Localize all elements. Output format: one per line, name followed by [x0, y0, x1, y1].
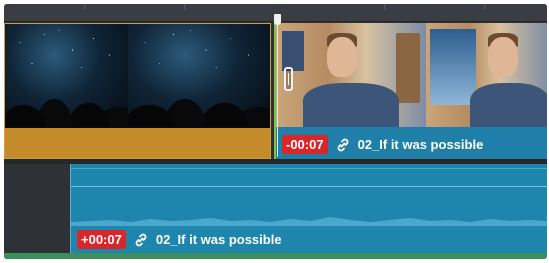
link-icon[interactable]	[133, 232, 149, 248]
trim-offset-badge: +00:07	[77, 230, 126, 249]
clip-thumbnail	[128, 24, 270, 128]
clip-thumbnail	[426, 23, 547, 127]
ruler-tick	[484, 4, 485, 10]
shirt-graphic	[303, 83, 399, 127]
audio-clip[interactable]: +00:07 02_If it was possible	[70, 164, 547, 253]
audio-volume-line[interactable]	[71, 186, 547, 187]
trees-silhouette	[128, 63, 270, 128]
airplane-poster-graphic	[430, 29, 476, 105]
clip-thumbnail	[5, 24, 128, 128]
trim-handle[interactable]	[284, 67, 293, 91]
video-clip-label: -00:07 02_If it was possible	[282, 135, 483, 154]
audio-level-line	[71, 168, 547, 169]
timeline-panel: -00:07 02_If it was possible +00:07 02_I…	[4, 4, 547, 259]
ruler-tick	[84, 4, 85, 10]
face-graphic	[487, 37, 518, 77]
clip-name: 02_If it was possible	[155, 232, 282, 247]
link-icon[interactable]	[335, 137, 351, 153]
trees-silhouette	[5, 63, 128, 128]
shirt-graphic	[470, 83, 547, 127]
trim-offset-badge: -00:07	[282, 135, 328, 154]
clip-thumbnail	[276, 23, 426, 127]
face-graphic	[327, 37, 357, 77]
track-bottom-bar	[4, 253, 547, 259]
audio-clip-label: +00:07 02_If it was possible	[77, 230, 282, 249]
clip-name: 02_If it was possible	[357, 137, 484, 152]
video-clip-interview[interactable]: -00:07 02_If it was possible	[274, 23, 547, 159]
ruler-tick	[184, 4, 185, 10]
bookshelf-graphic	[396, 33, 420, 103]
poster-graphic	[282, 31, 304, 71]
audio-waveform	[71, 217, 547, 226]
ruler-tick	[384, 4, 385, 10]
playhead-line[interactable]	[277, 24, 278, 157]
video-clip-night-sky[interactable]	[4, 23, 271, 159]
